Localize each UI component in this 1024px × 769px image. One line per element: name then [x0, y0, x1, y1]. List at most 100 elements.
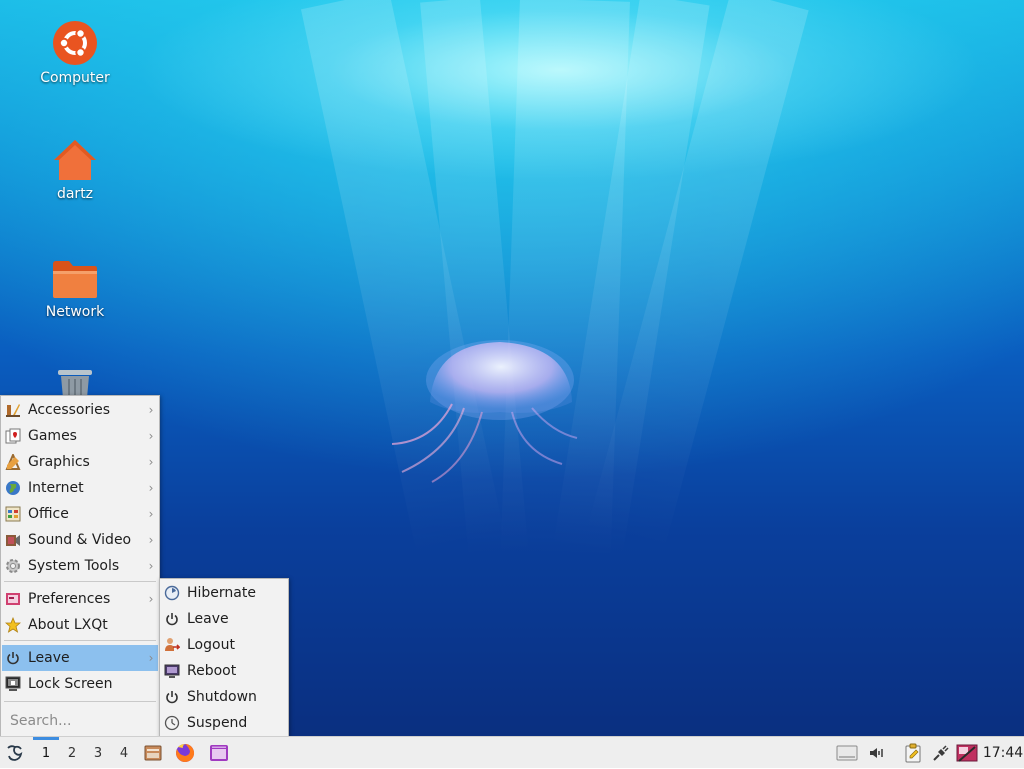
leave-submenu: Hibernate Leave Logout Reboot Shutdown S…	[159, 578, 289, 738]
file-manager-launcher[interactable]	[140, 737, 166, 769]
clock[interactable]: 17:44	[982, 737, 1024, 769]
reboot-icon	[163, 662, 181, 680]
menu-item-accessories[interactable]: Accessories ›	[2, 397, 158, 423]
submenu-item-label: Suspend	[187, 715, 248, 731]
menu-item-label: Graphics	[28, 454, 90, 470]
menu-item-label: Games	[28, 428, 77, 444]
menu-item-internet[interactable]: Internet ›	[2, 475, 158, 501]
preferences-icon	[4, 590, 22, 608]
folder-icon	[53, 261, 97, 298]
menu-search-input[interactable]: Search...	[2, 706, 158, 736]
lxqt-logo-icon	[7, 745, 23, 761]
submenu-item-label: Logout	[187, 637, 235, 653]
home-folder-icon	[54, 140, 96, 180]
chevron-right-icon: ›	[148, 592, 154, 606]
desktop-icon-label: Network	[45, 304, 105, 320]
clipboard-tray[interactable]	[900, 737, 926, 769]
menu-item-label: Sound & Video	[28, 532, 132, 548]
submenu-item-label: Leave	[187, 611, 229, 627]
application-menu: Accessories › Games › Graphics › Interne…	[0, 395, 160, 739]
internet-globe-icon	[4, 479, 22, 497]
submenu-item-shutdown[interactable]: Shutdown	[161, 684, 287, 710]
volume-tray[interactable]	[864, 737, 890, 769]
volume-icon	[870, 748, 883, 758]
submenu-item-reboot[interactable]: Reboot	[161, 658, 287, 684]
desktop-icon-computer[interactable]: Computer	[20, 20, 130, 86]
firefox-icon	[176, 743, 195, 762]
desktop-icon-network[interactable]: Network	[20, 258, 130, 320]
suspend-icon	[163, 714, 181, 732]
workspace-3-button[interactable]: 3	[85, 737, 111, 769]
accessories-icon	[4, 401, 22, 419]
screenshot-tray[interactable]	[954, 737, 980, 769]
firefox-launcher[interactable]	[172, 737, 198, 769]
menu-item-label: Internet	[28, 480, 84, 496]
terminal-launcher[interactable]	[206, 737, 232, 769]
submenu-item-label: Hibernate	[187, 585, 256, 601]
menu-item-label: About LXQt	[28, 617, 108, 633]
start-menu-button[interactable]	[2, 737, 28, 769]
desktop-icon-home[interactable]: dartz	[20, 138, 130, 202]
chevron-right-icon: ›	[148, 403, 154, 417]
menu-item-sound-video[interactable]: Sound & Video ›	[2, 527, 158, 553]
logout-icon	[163, 636, 181, 654]
workspace-4-button[interactable]: 4	[111, 737, 137, 769]
menu-item-label: Accessories	[28, 402, 111, 418]
chevron-right-icon: ›	[148, 455, 154, 469]
submenu-item-suspend[interactable]: Suspend	[161, 710, 287, 736]
menu-item-games[interactable]: Games ›	[2, 423, 158, 449]
menu-item-label: System Tools	[28, 558, 120, 574]
menu-item-leave[interactable]: Leave ›	[2, 645, 158, 671]
submenu-item-label: Shutdown	[187, 689, 257, 705]
office-icon	[4, 505, 22, 523]
workspace-2-button[interactable]: 2	[59, 737, 85, 769]
menu-item-lock-screen[interactable]: Lock Screen	[2, 671, 158, 697]
screenshot-icon	[956, 744, 978, 762]
system-tools-icon	[4, 557, 22, 575]
submenu-item-logout[interactable]: Logout	[161, 632, 287, 658]
menu-item-label: Lock Screen	[28, 676, 113, 692]
menu-item-label: Leave	[28, 650, 70, 666]
chevron-right-icon: ›	[148, 559, 154, 573]
trash-icon	[58, 370, 92, 398]
graphics-icon	[4, 453, 22, 471]
star-icon	[4, 616, 22, 634]
chevron-right-icon: ›	[148, 533, 154, 547]
menu-item-graphics[interactable]: Graphics ›	[2, 449, 158, 475]
clipboard-icon	[905, 743, 921, 763]
network-tray[interactable]	[928, 737, 954, 769]
network-plug-icon	[933, 745, 949, 761]
desktop-icon-label: Computer	[40, 70, 110, 86]
menu-separator	[4, 701, 156, 702]
menu-item-label: Preferences	[28, 591, 111, 607]
ubuntu-logo-icon	[53, 21, 97, 65]
taskbar: 1 2 3 4 17:44	[0, 736, 1024, 768]
chevron-right-icon: ›	[148, 651, 154, 665]
menu-item-office[interactable]: Office ›	[2, 501, 158, 527]
workspace-1-button[interactable]: 1	[33, 737, 59, 769]
removable-drive-tray[interactable]	[834, 737, 860, 769]
terminal-icon	[210, 745, 228, 761]
power-icon	[163, 688, 181, 706]
games-icon	[4, 427, 22, 445]
sound-video-icon	[4, 531, 22, 549]
submenu-item-hibernate[interactable]: Hibernate	[161, 580, 287, 606]
submenu-item-leave[interactable]: Leave	[161, 606, 287, 632]
lock-screen-icon	[4, 675, 22, 693]
file-manager-icon	[144, 745, 162, 761]
menu-item-system-tools[interactable]: System Tools ›	[2, 553, 158, 579]
menu-separator	[4, 640, 156, 641]
jellyfish-wallpaper-image	[391, 340, 578, 483]
chevron-right-icon: ›	[148, 429, 154, 443]
power-icon	[4, 649, 22, 667]
chevron-right-icon: ›	[148, 507, 154, 521]
menu-item-preferences[interactable]: Preferences ›	[2, 586, 158, 612]
menu-separator	[4, 581, 156, 582]
removable-drive-icon	[836, 745, 858, 761]
chevron-right-icon: ›	[148, 481, 154, 495]
menu-item-about-lxqt[interactable]: About LXQt	[2, 612, 158, 638]
menu-item-label: Office	[28, 506, 69, 522]
hibernate-icon	[163, 584, 181, 602]
desktop-icon-label: dartz	[56, 186, 94, 202]
submenu-item-label: Reboot	[187, 663, 237, 679]
